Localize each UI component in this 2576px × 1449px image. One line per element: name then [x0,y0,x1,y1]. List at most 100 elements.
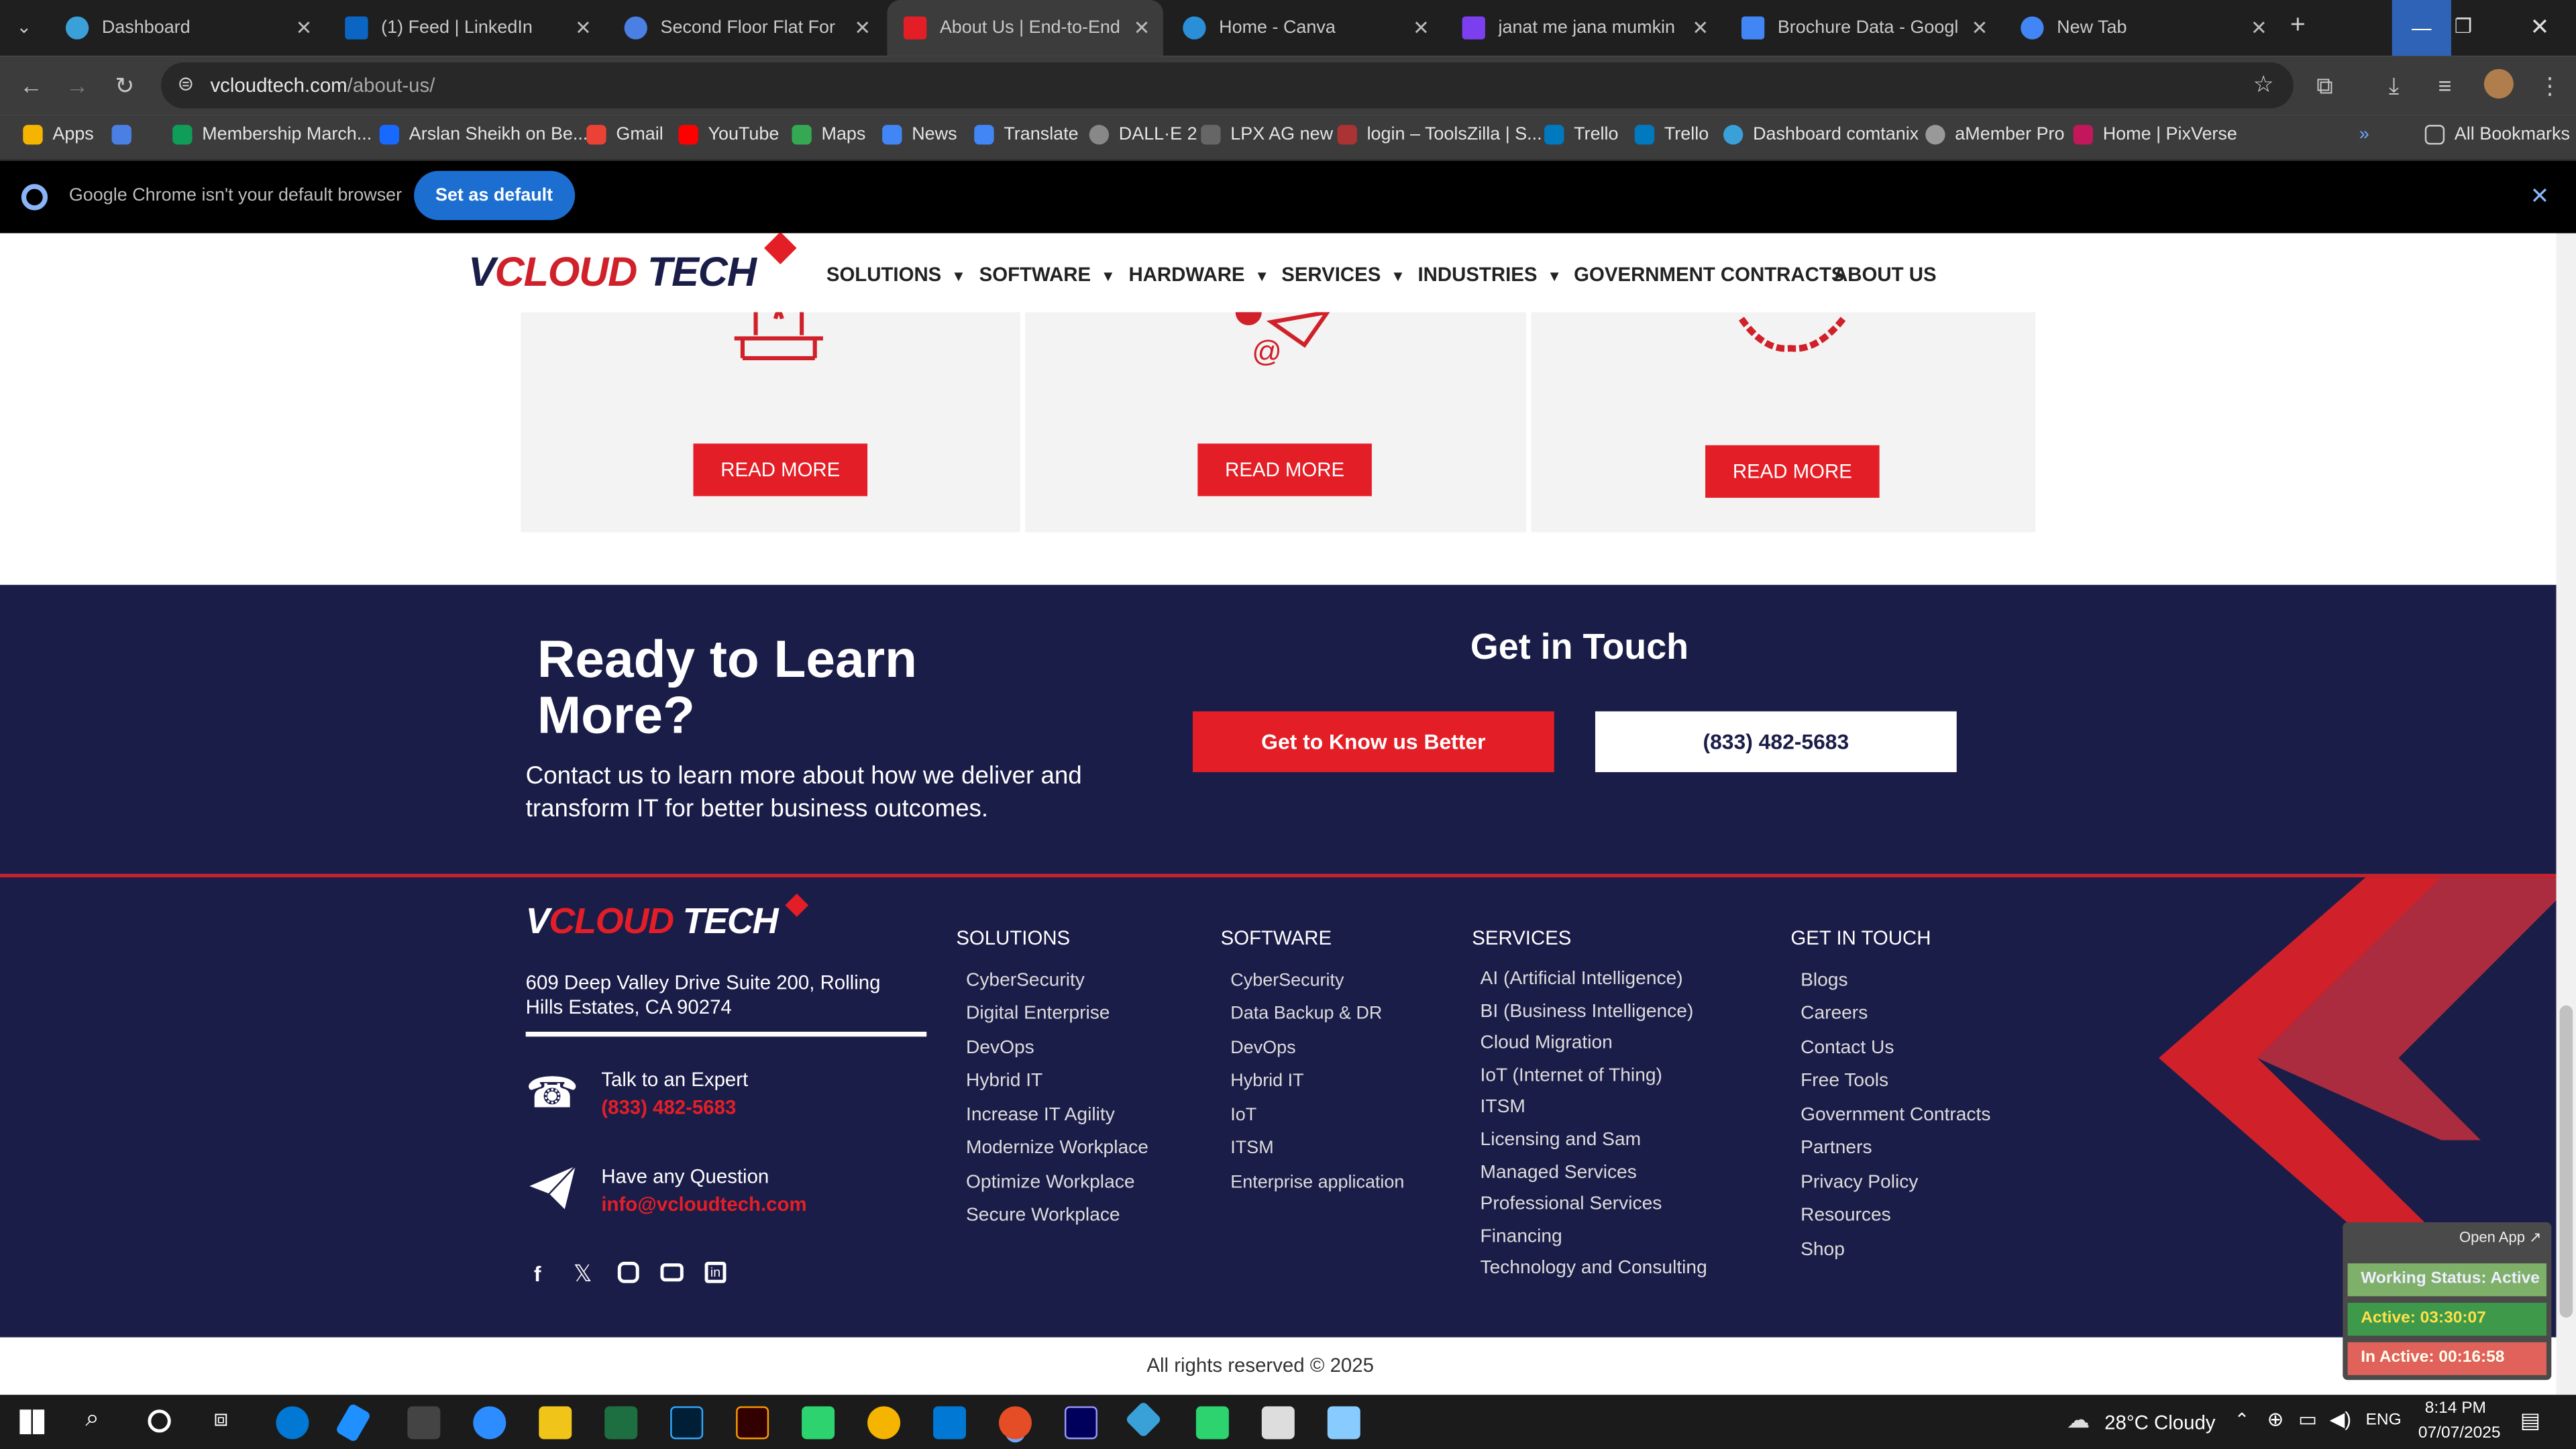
site-info-icon[interactable]: ⊜ [177,72,194,95]
volume-icon[interactable]: ◀) [2330,1408,2351,1431]
set-as-default-button[interactable]: Set as default [414,170,575,221]
weather-text[interactable]: 28°C Cloudy [2104,1411,2215,1434]
page-scrollbar[interactable] [2556,233,2576,1395]
nav-solutions[interactable]: SOLUTIONS ▼ [826,263,966,286]
profile-avatar[interactable] [2483,68,2514,99]
footer-link[interactable]: Digital Enterprise [966,1004,1110,1023]
close-tab-icon[interactable]: ✕ [1134,16,1150,39]
x-twitter-icon[interactable]: 𝕏 [574,1260,592,1288]
bookmark-lpx[interactable]: LPX AG new [1201,125,1333,145]
bookmark-trello-2[interactable]: Trello [1634,125,1709,145]
footer-link[interactable]: Professional Services [1481,1194,1662,1214]
footer-link[interactable]: DevOps [1230,1038,1295,1058]
reload-icon[interactable]: ↻ [115,72,134,101]
bookmark-star-icon[interactable]: ☆ [2253,70,2274,99]
terminal-icon[interactable] [407,1406,441,1440]
expert-phone-link[interactable]: (833) 482-5683 [601,1095,736,1118]
footer-link[interactable]: Privacy Policy [1801,1173,1918,1193]
footer-link[interactable]: Data Backup & DR [1230,1004,1382,1023]
tab-google-docs[interactable]: Brochure Data - Google D✕ [1725,0,2000,56]
nav-services[interactable]: SERVICES ▼ [1281,263,1405,286]
read-more-button[interactable]: READ MORE [1197,443,1372,496]
close-tab-icon[interactable]: ✕ [1692,16,1709,39]
clock-time[interactable]: 8:14 PM [2425,1400,2486,1418]
footer-link[interactable]: Hybrid IT [966,1071,1042,1091]
bookmark-gmail[interactable]: Gmail [586,125,663,145]
read-more-button[interactable]: READ MORE [1705,445,1880,498]
new-tab-icon[interactable]: + [2290,11,2306,41]
footer-link[interactable]: IoT (Internet of Thing) [1481,1066,1662,1085]
footer-link[interactable]: Secure Workplace [966,1206,1120,1226]
clock-date[interactable]: 07/07/2025 [2418,1424,2501,1442]
nav-government-contracts[interactable]: GOVERNMENT CONTRACTS [1574,263,1844,286]
address-bar[interactable]: ⊜ vcloudtech.com/about-us/ ☆ [161,62,2294,109]
footer-link[interactable]: Enterprise application [1230,1173,1404,1193]
chrome-icon[interactable] [867,1406,901,1440]
premiere-icon[interactable] [1064,1406,1097,1440]
bookmark-apps[interactable]: Apps [23,125,94,145]
window-close-icon[interactable]: ✕ [2530,13,2549,42]
footer-link[interactable]: Shop [1801,1240,1845,1260]
bookmark-youtube[interactable]: YouTube [678,125,779,145]
infobar-close-icon[interactable]: ✕ [2530,182,2549,211]
footer-link[interactable]: Cloud Migration [1481,1033,1613,1053]
footer-logo[interactable]: VCLOUD TECH [526,900,779,943]
illustrator-icon[interactable] [736,1406,769,1440]
tab-new-tab[interactable]: New Tab ✕ [2004,0,2280,56]
bookmark-behance[interactable]: Arslan Sheikh on Be... [379,125,588,145]
footer-link[interactable]: Free Tools [1801,1071,1888,1091]
monitor-icon[interactable]: ▭ [2298,1408,2317,1431]
tab-search-icon[interactable]: ⌄ [16,16,32,38]
nav-about-us[interactable]: ABOUT US [1833,263,1936,286]
tray-chevron-icon[interactable]: ⌃ [2235,1409,2250,1431]
bookmark-toolszilla[interactable]: login – ToolsZilla | S... [1337,125,1542,145]
footer-link[interactable]: Careers [1801,1004,1868,1023]
excel-icon[interactable] [604,1406,638,1440]
zoom-icon[interactable] [473,1406,506,1440]
bookmark-maps[interactable]: Maps [792,125,865,145]
youtube-icon[interactable] [660,1263,684,1282]
linkedin-icon[interactable]: in [704,1261,727,1283]
bookmark-translate[interactable]: Translate [974,125,1079,145]
open-app-link[interactable]: Open App ↗ [2459,1229,2542,1247]
footer-link[interactable]: AI (Artificial Intelligence) [1481,969,1683,989]
app-blue-icon[interactable] [1327,1406,1360,1440]
bookmark-membership[interactable]: Membership March... [172,125,372,145]
photoshop-icon[interactable] [670,1406,704,1440]
footer-link[interactable]: IoT [1230,1106,1256,1125]
footer-link[interactable]: Modernize Workplace [966,1138,1148,1158]
email-link[interactable]: info@vcloudtech.com [601,1193,806,1216]
download-icon[interactable]: ⤓ [2389,72,2399,101]
read-more-button[interactable]: READ MORE [693,443,868,496]
cortana-icon[interactable] [148,1409,171,1433]
footer-link[interactable]: Financing [1481,1227,1562,1246]
footer-link[interactable]: ITSM [1481,1097,1525,1117]
tab-linkedin[interactable]: (1) Feed | LinkedIn ✕ [329,0,604,56]
app-diamond-icon[interactable] [1124,1401,1163,1438]
footer-link[interactable]: Contact Us [1801,1038,1894,1058]
bookmark-trello-1[interactable]: Trello [1544,125,1619,145]
app-green-2-icon[interactable] [1195,1406,1229,1440]
close-tab-icon[interactable]: ✕ [2251,16,2267,39]
footer-link[interactable]: Optimize Workplace [966,1173,1134,1193]
back-icon[interactable]: ← [19,72,42,99]
forward-icon[interactable]: → [66,72,89,99]
get-to-know-us-button[interactable]: Get to Know us Better [1192,711,1554,773]
nav-software[interactable]: SOFTWARE ▼ [979,263,1116,286]
vscode-icon[interactable] [933,1406,967,1440]
close-tab-icon[interactable]: ✕ [1972,16,1988,39]
media-control-icon[interactable]: ≡ [2438,72,2451,99]
close-tab-icon[interactable]: ✕ [575,16,592,39]
close-tab-icon[interactable]: ✕ [296,16,313,39]
footer-link[interactable]: Licensing and Sam [1481,1130,1642,1150]
menu-icon[interactable]: ⋮ [2538,72,2561,101]
phone-button[interactable]: (833) 482-5683 [1595,711,1957,773]
footer-link[interactable]: BI (Business Intelligence) [1481,1002,1694,1022]
footer-link[interactable]: Resources [1801,1206,1891,1226]
facebook-icon[interactable]: f [534,1262,541,1287]
extensions-icon[interactable]: ⧉ [2316,72,2332,101]
instagram-icon[interactable] [617,1261,639,1283]
edge-icon[interactable] [276,1406,309,1440]
bookmark-dashboard-comtanix[interactable]: Dashboard comtanix [1723,125,1919,145]
network-icon[interactable]: ⊕ [2267,1408,2284,1431]
